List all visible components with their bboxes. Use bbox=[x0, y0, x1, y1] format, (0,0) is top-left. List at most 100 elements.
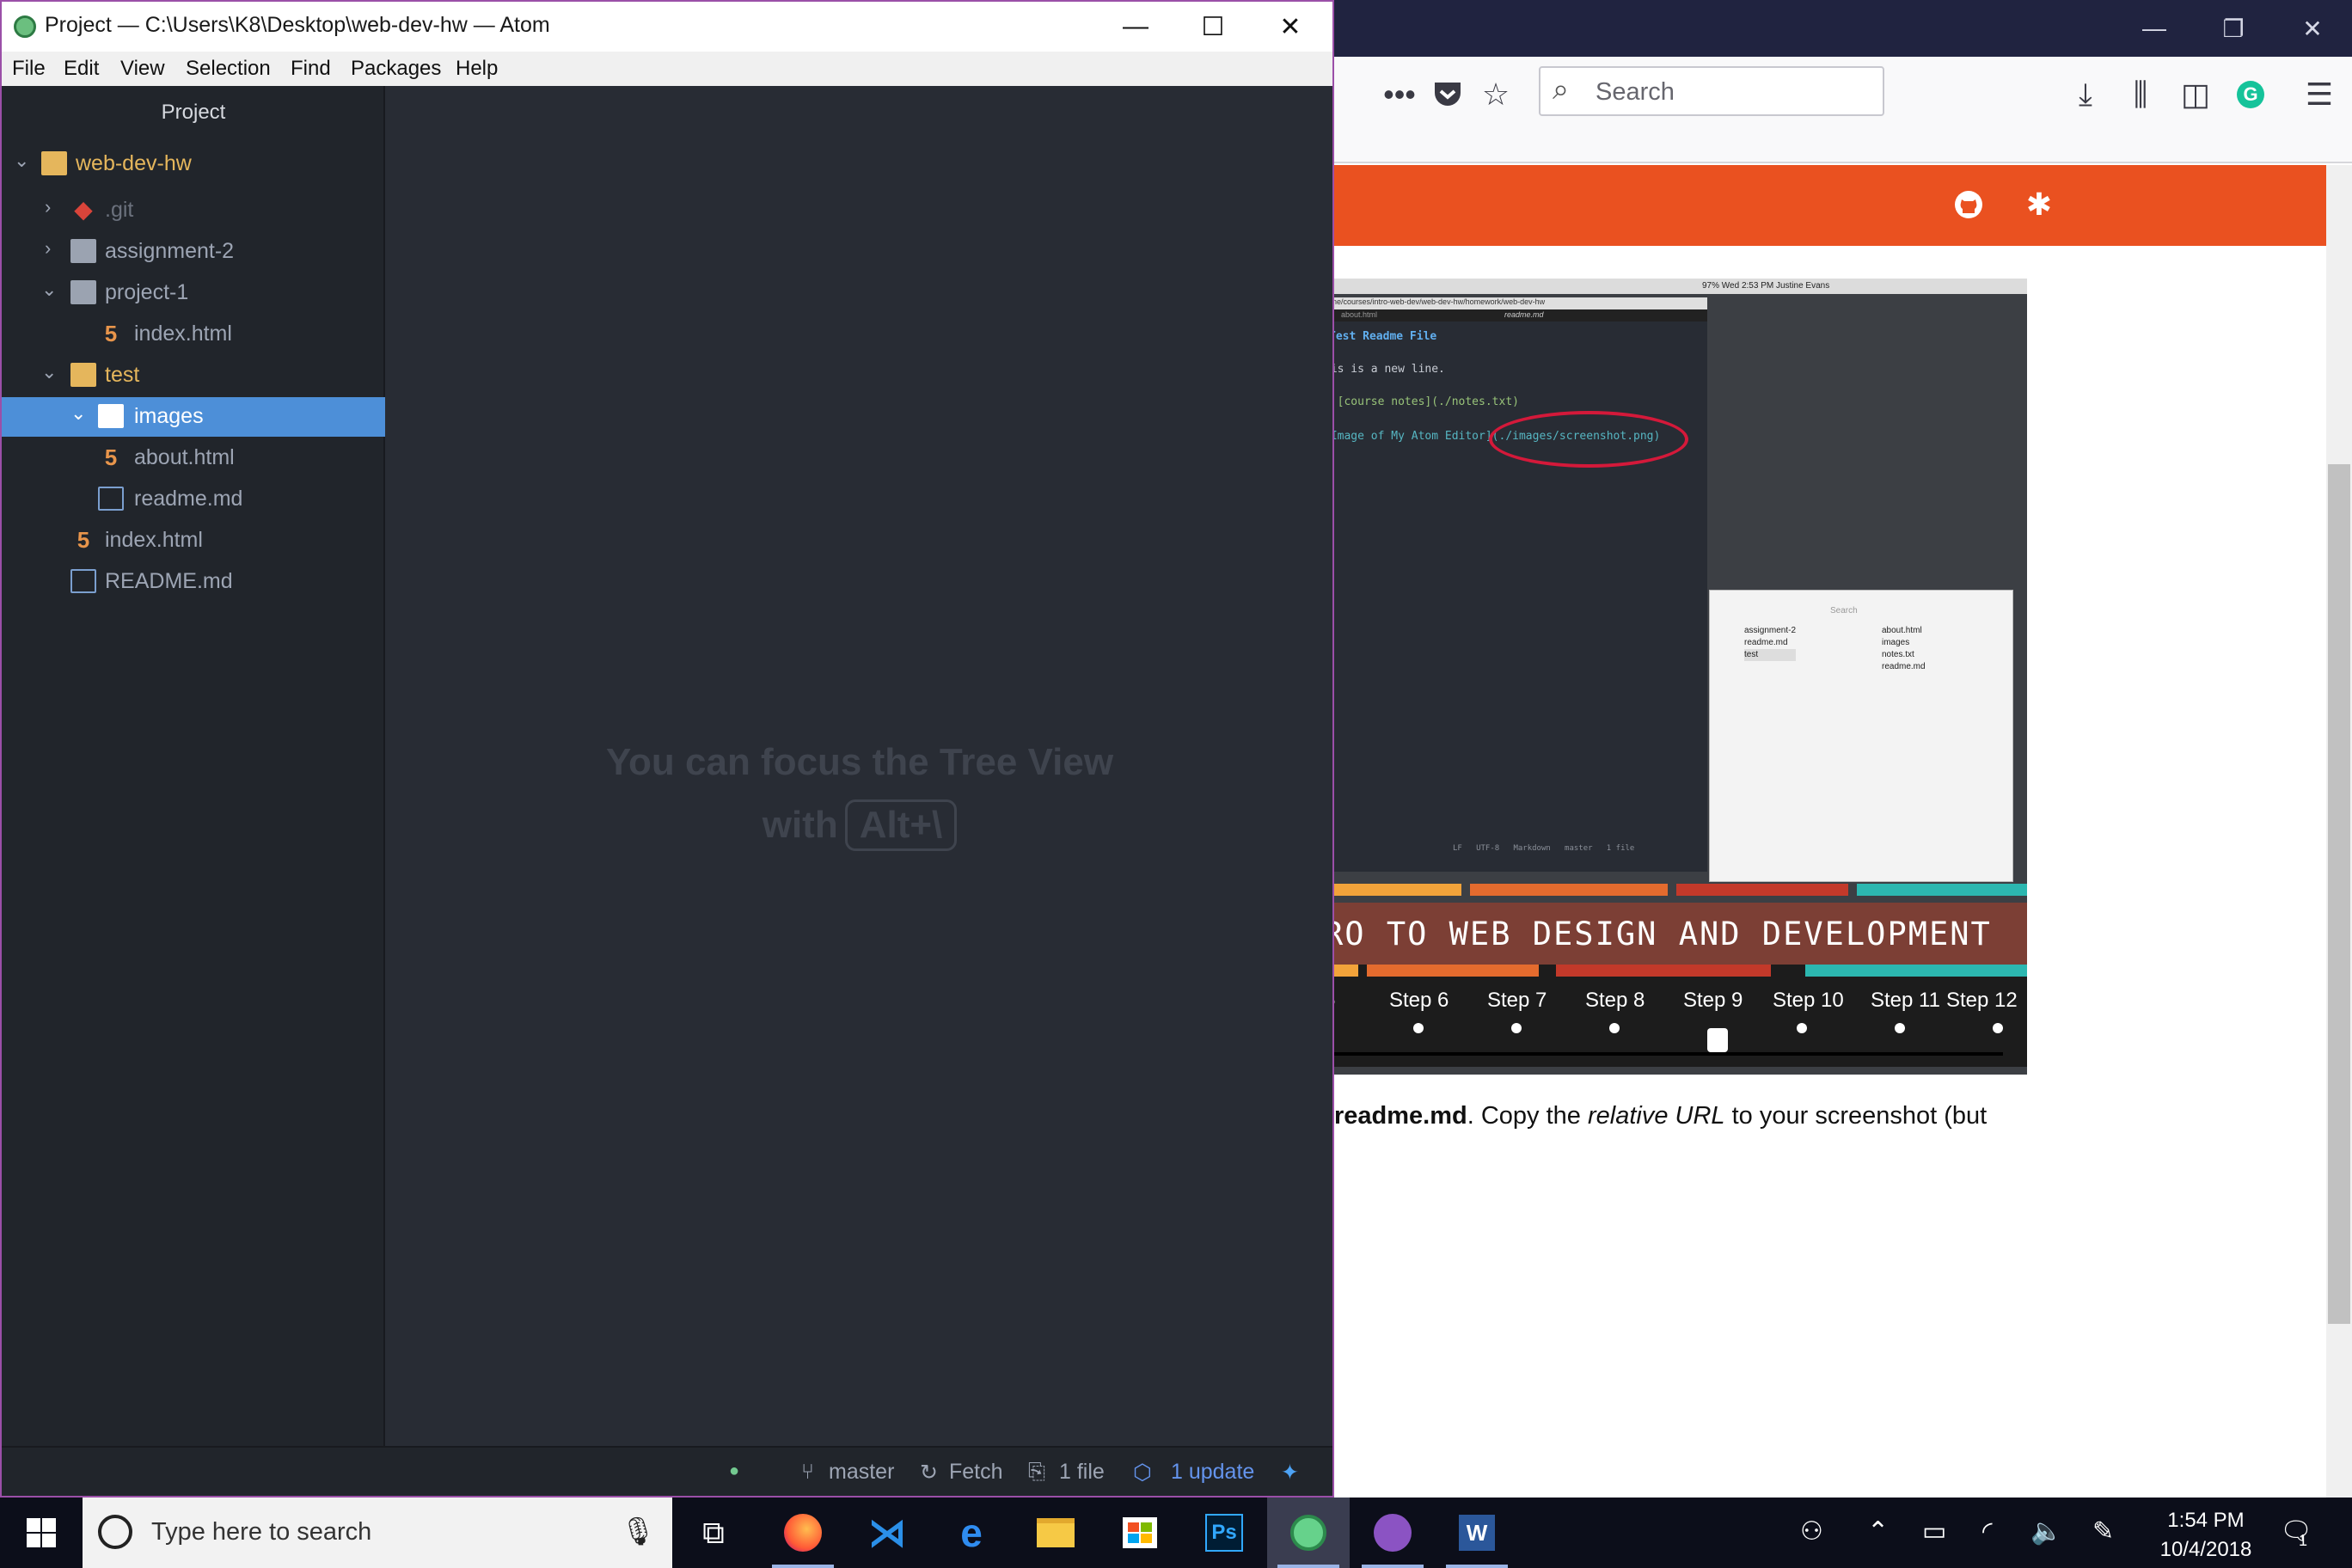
embedded-screenshot-image: 97% Wed 2:53 PM Justine Evans ine/course… bbox=[1324, 279, 2027, 1075]
tree-item-index-html-root[interactable]: 5 index.html bbox=[2, 521, 385, 560]
git-branch-icon: ⑂ bbox=[801, 1460, 815, 1484]
scrollbar-thumb[interactable] bbox=[2328, 464, 2350, 1324]
sidebar-icon[interactable]: ◫ bbox=[2171, 70, 2220, 119]
volume-icon[interactable]: 🔈 bbox=[2030, 1516, 2062, 1547]
tree-item-git[interactable]: › ◆ .git bbox=[2, 191, 385, 230]
github-icon[interactable] bbox=[1950, 186, 1988, 224]
step-label[interactable]: Step 11 bbox=[1871, 989, 1940, 1013]
menu-file[interactable]: File bbox=[12, 57, 46, 81]
search-input[interactable]: ⌕ Search bbox=[1539, 66, 1884, 116]
bookmark-star-icon[interactable]: ☆ bbox=[1472, 70, 1520, 119]
edge-app-icon[interactable]: e bbox=[930, 1498, 1013, 1568]
step-label[interactable]: Step 9 bbox=[1683, 989, 1743, 1013]
step-dot[interactable] bbox=[1413, 1023, 1424, 1033]
step-slider-handle[interactable] bbox=[1707, 1028, 1728, 1052]
package-updates[interactable]: 1 update bbox=[1171, 1460, 1254, 1485]
menu-selection[interactable]: Selection bbox=[186, 57, 271, 81]
finder-window: Search assignment-2 readme.md test about… bbox=[1709, 590, 2013, 882]
battery-icon[interactable]: ▭ bbox=[1922, 1516, 1946, 1547]
file-explorer-app-icon[interactable] bbox=[1014, 1498, 1097, 1568]
downloads-icon[interactable]: ⤓ bbox=[2061, 70, 2110, 119]
step-label[interactable]: Step 6 bbox=[1389, 989, 1449, 1013]
tree-item-project-1[interactable]: ⌄ project-1 bbox=[2, 273, 385, 313]
microphone-icon[interactable]: 🎙 bbox=[621, 1515, 656, 1547]
pen-icon[interactable]: ✎ bbox=[2092, 1516, 2114, 1547]
pocket-icon[interactable] bbox=[1424, 70, 1472, 119]
tree-item-assignment-2[interactable]: › assignment-2 bbox=[2, 232, 385, 272]
git-icon: ◆ bbox=[74, 196, 93, 223]
firefox-app-icon[interactable] bbox=[762, 1498, 844, 1568]
fetch-button[interactable]: Fetch bbox=[949, 1460, 1003, 1485]
notifications-icon[interactable]: 🗨 bbox=[2280, 1516, 2312, 1547]
finder-column-1: assignment-2 readme.md test bbox=[1744, 626, 1797, 661]
photoshop-app-icon[interactable]: Ps bbox=[1183, 1498, 1265, 1568]
store-app-icon[interactable] bbox=[1099, 1498, 1181, 1568]
menu-help[interactable]: Help bbox=[456, 57, 498, 81]
step-label[interactable]: Step 7 bbox=[1487, 989, 1547, 1013]
tree-item-about-html[interactable]: 5 about.html bbox=[2, 438, 385, 478]
page-actions-icon[interactable]: ••• bbox=[1375, 70, 1424, 119]
windows-start-icon[interactable] bbox=[0, 1498, 83, 1568]
file-icon: ⎘ bbox=[1028, 1460, 1046, 1484]
step-label[interactable]: Step 10 bbox=[1773, 989, 1844, 1013]
hamburger-menu-icon[interactable]: ☰ bbox=[2295, 70, 2343, 119]
chevron-up-icon[interactable]: ⌃ bbox=[1867, 1516, 1889, 1547]
library-icon[interactable]: ⫼ bbox=[2116, 70, 2165, 119]
maximize-button[interactable]: ☐ bbox=[1174, 2, 1252, 52]
tree-item-readme-root[interactable]: README.md bbox=[2, 562, 385, 602]
step-dot[interactable] bbox=[1895, 1023, 1905, 1033]
menu-bar: File Edit View Selection Find Packages H… bbox=[2, 52, 1332, 86]
grammarly-icon[interactable]: G bbox=[2226, 70, 2275, 119]
step-dot[interactable] bbox=[1511, 1023, 1522, 1033]
minimize-button[interactable]: — bbox=[1097, 2, 1174, 52]
taskbar-search-input[interactable]: Type here to search 🎙 bbox=[83, 1498, 672, 1568]
editor-body: Test Readme File his is a new line. y [c… bbox=[1324, 322, 1707, 872]
people-icon[interactable]: ⚇ bbox=[1800, 1516, 1823, 1547]
notification-count: 1 bbox=[2299, 1532, 2308, 1549]
wifi-icon[interactable]: ◜ bbox=[1982, 1516, 1993, 1547]
mac-menubar: 97% Wed 2:53 PM Justine Evans bbox=[1324, 279, 2027, 294]
settings-gear-icon[interactable]: ✱ bbox=[2020, 186, 2058, 224]
step-dot[interactable] bbox=[1993, 1023, 2003, 1033]
folder-icon bbox=[70, 363, 96, 387]
menu-view[interactable]: View bbox=[120, 57, 165, 81]
minimize-button[interactable]: — bbox=[2115, 0, 2194, 57]
search-icon: ⌕ bbox=[1553, 73, 1570, 106]
highlight-ellipse bbox=[1489, 411, 1688, 468]
chevron-down-icon: ⌄ bbox=[41, 361, 58, 383]
tree-item-images[interactable]: ⌄ images bbox=[2, 397, 385, 437]
close-button[interactable]: ✕ bbox=[1252, 2, 1329, 52]
step-track bbox=[1324, 1052, 2003, 1056]
tree-item-index-html[interactable]: 5 index.html bbox=[2, 315, 385, 354]
finder-column-2: about.html images notes.txt readme.md bbox=[1882, 626, 1926, 671]
github-desktop-app-icon[interactable] bbox=[1351, 1498, 1434, 1568]
menu-packages[interactable]: Packages bbox=[351, 57, 441, 81]
vscode-app-icon[interactable]: ⋊ bbox=[846, 1498, 928, 1568]
changed-files[interactable]: 1 file bbox=[1059, 1460, 1105, 1485]
tree-item-readme-md[interactable]: readme.md bbox=[2, 480, 385, 519]
banner-stripe bbox=[1556, 965, 1771, 977]
banner-stripe bbox=[1470, 884, 1668, 896]
restore-button[interactable]: ❐ bbox=[2194, 0, 2273, 57]
folder-icon bbox=[70, 280, 96, 304]
step-label[interactable]: Step 12 bbox=[1946, 989, 2018, 1013]
html5-icon: 5 bbox=[104, 321, 118, 346]
chevron-right-icon: › bbox=[45, 196, 52, 217]
step-dot[interactable] bbox=[1609, 1023, 1620, 1033]
clock[interactable]: 1:54 PM 10/4/2018 bbox=[2137, 1506, 2275, 1565]
close-button[interactable]: ✕ bbox=[2273, 0, 2352, 57]
word-app-icon[interactable]: W bbox=[1436, 1498, 1518, 1568]
status-bar: ● ⑂ master ↻ Fetch ⎘ 1 file ⬡ 1 update ✦ bbox=[2, 1446, 1332, 1496]
task-view-icon[interactable]: ⧉ bbox=[672, 1498, 755, 1568]
tree-item-web-dev-hw[interactable]: ⌄ web-dev-hw bbox=[2, 144, 385, 184]
atom-app-icon[interactable] bbox=[1267, 1498, 1350, 1568]
git-branch[interactable]: master bbox=[829, 1460, 894, 1485]
menu-find[interactable]: Find bbox=[291, 57, 331, 81]
teletype-icon[interactable]: ✦ bbox=[1281, 1460, 1299, 1485]
keyboard-shortcut: Alt+\ bbox=[844, 799, 958, 851]
step-dot[interactable] bbox=[1797, 1023, 1807, 1033]
tree-item-test[interactable]: ⌄ test bbox=[2, 356, 385, 395]
menu-edit[interactable]: Edit bbox=[64, 57, 99, 81]
step-label[interactable]: Step 8 bbox=[1585, 989, 1645, 1013]
chevron-down-icon: ⌄ bbox=[14, 150, 30, 171]
